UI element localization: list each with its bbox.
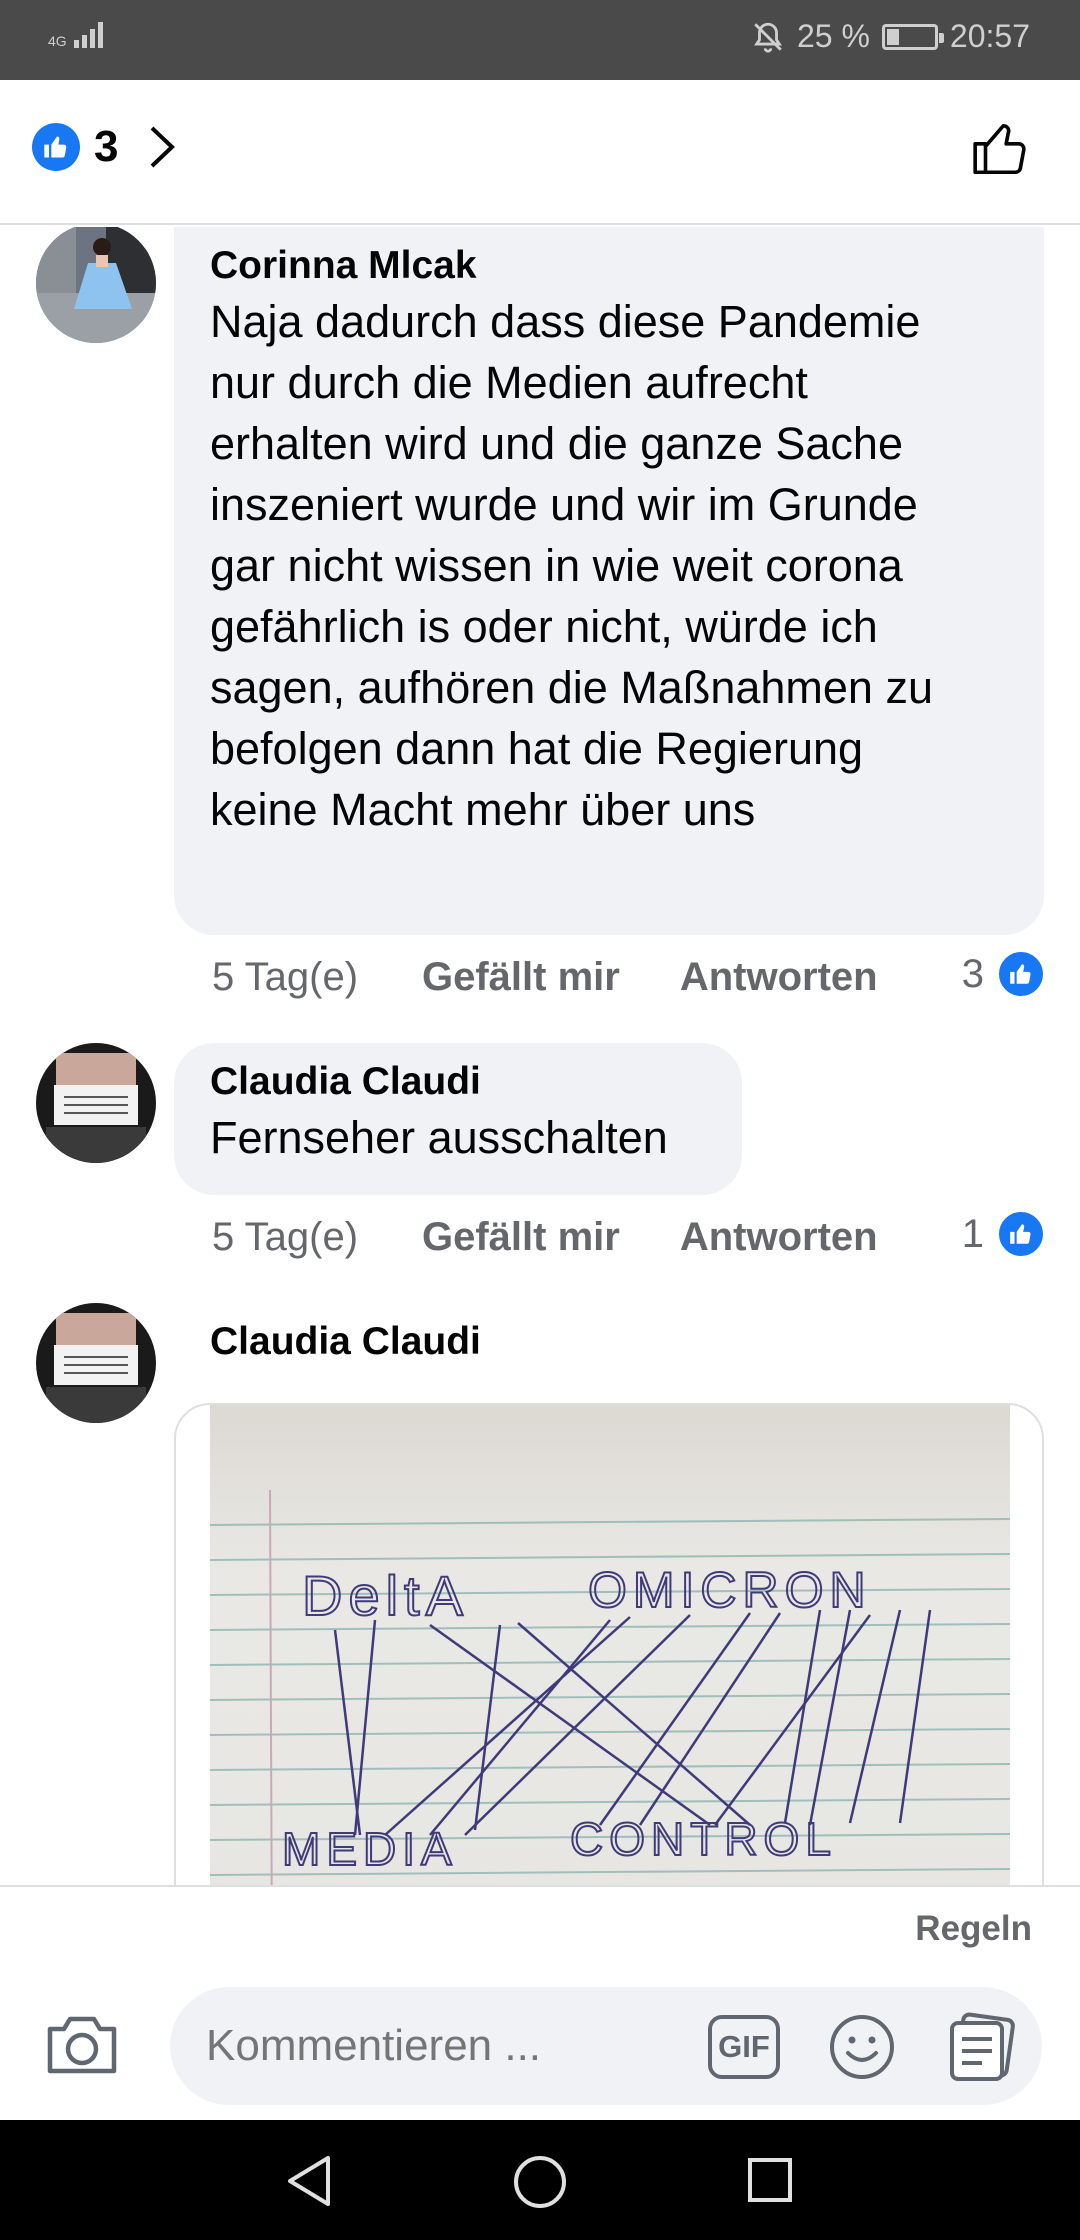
comment-line: gar nicht wissen in wie weit corona [210,540,903,591]
handwritten-note-photo: DeltA OMICRON MEDIA CONTROL [210,1405,1010,1885]
nav-recents-button[interactable] [746,2156,794,2209]
recents-square-icon [748,2158,792,2202]
like-count: 3 [961,951,984,996]
comment-actions: 5 Tag(e) Gefällt mir Antworten [212,1215,878,1260]
signal-bars-icon [74,20,103,48]
like-comment-button[interactable]: Gefällt mir [422,1215,620,1260]
avatar[interactable] [36,1043,156,1163]
sheet-header: 3 [0,80,1080,225]
thumbs-up-outline-icon [973,123,1026,175]
sticker-icon [950,2012,1015,2081]
comment-image-card[interactable]: DeltA OMICRON MEDIA CONTROL [174,1403,1044,1885]
network-type: 4G [48,33,67,49]
signal-indicator: 4G [48,20,103,48]
mute-bell-icon [754,22,782,53]
battery-percent: 25 % [796,18,870,54]
note-word-media: MEDIA [282,1823,458,1875]
comment-text: Naja dadurch dass diese Pandemie nur dur… [210,291,1008,840]
smiley-icon [830,2015,894,2079]
reactions-summary[interactable]: 3 [32,122,176,172]
comment-actions: 5 Tag(e) Gefällt mir Antworten [212,955,878,1000]
comment-line: Naja dadurch dass diese Pandemie [210,296,921,347]
comment-bubble: Claudia Claudi Fernseher ausschalten [174,1043,742,1195]
status-bar: 4G 25 % 20:57 [0,0,1080,80]
comment-list: Corinna Mlcak Naja dadurch dass diese Pa… [0,227,1080,1885]
avatar[interactable] [36,1303,156,1423]
comment-line: erhalten wird und die ganze Sache [210,418,903,469]
like-count: 1 [961,1211,984,1256]
like-reaction-icon [996,949,1046,999]
reply-button[interactable]: Antworten [680,1215,878,1260]
chevron-right-icon [151,126,176,168]
comments-sheet: 3 Corinna Mlcak Naja dadurch dass diese … [0,80,1080,2120]
nav-home-button[interactable] [512,2154,568,2215]
like-reaction-icon [32,123,80,171]
comment-line: gefährlich is oder nicht, würde ich [210,601,878,652]
comment-time[interactable]: 5 Tag(e) [212,1215,362,1260]
camera-icon [47,2016,117,2074]
comment-composer: Regeln GIF [0,1885,1080,2120]
note-word-omicron: OMICRON [588,1562,872,1618]
status-right: 25 % 20:57 [751,18,1030,55]
comment-time[interactable]: 5 Tag(e) [212,955,362,1000]
system-nav-bar [0,2120,1080,2240]
comment-like-count[interactable]: 3 [962,949,1046,999]
like-reaction-icon [996,1209,1046,1259]
comment-line: sagen, aufhören die Maßnahmen zu [210,662,933,713]
comment-input-bar: GIF [170,1987,1042,2105]
avatar[interactable] [36,227,156,343]
sticker-button[interactable] [946,2011,1018,2088]
comment-line: keine Macht mehr über uns [210,784,756,835]
comment-text: Fernseher ausschalten [210,1112,668,1163]
comment-like-count[interactable]: 1 [962,1209,1046,1259]
comment-line: nur durch die Medien aufrecht [210,357,808,408]
comment-bubble: Corinna Mlcak Naja dadurch dass diese Pa… [174,227,1044,935]
comment-author[interactable]: Claudia Claudi [210,1057,706,1107]
comment-line: befolgen dann hat die Regierung [210,723,864,774]
rules-link[interactable]: Regeln [915,1909,1032,1949]
comment-line: inszeniert wurde und wir im Grunde [210,479,918,530]
home-circle-icon [514,2156,566,2208]
back-triangle-icon [288,2156,330,2206]
nav-back-button[interactable] [284,2154,336,2213]
battery-icon [881,23,944,50]
gif-button[interactable]: GIF [708,2015,780,2079]
comment-author[interactable]: Claudia Claudi [210,1317,481,1367]
note-word-delta: DeltA [302,1564,469,1627]
comment-author[interactable]: Corinna Mlcak [210,241,1008,291]
like-comment-button[interactable]: Gefällt mir [422,955,620,1000]
emoji-button[interactable] [828,2013,896,2086]
battery-level [886,28,899,45]
reply-button[interactable]: Antworten [680,955,878,1000]
camera-button[interactable] [44,2013,120,2082]
comment-input[interactable] [206,1987,666,2105]
reaction-count: 3 [94,122,119,171]
clock: 20:57 [949,18,1030,54]
like-post-button[interactable] [970,118,1032,185]
